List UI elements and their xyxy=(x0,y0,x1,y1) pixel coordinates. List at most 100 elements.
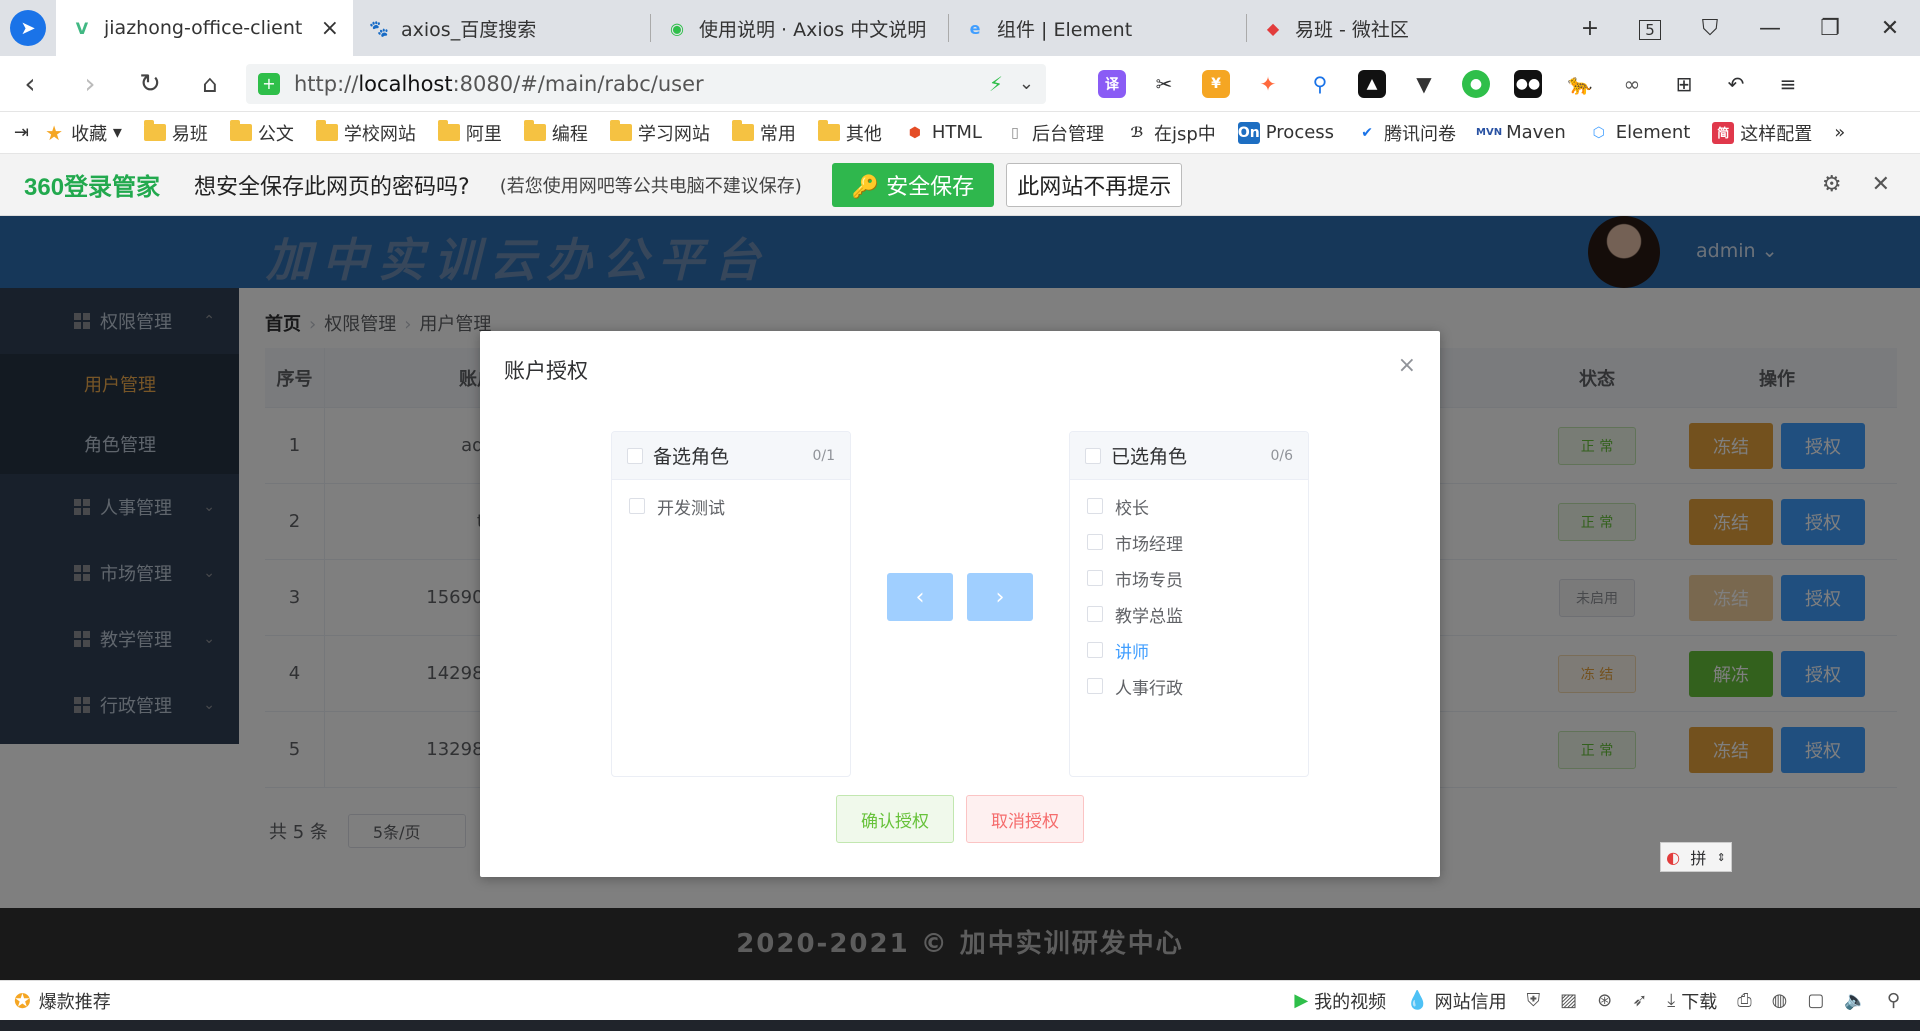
cancel-authorize-button[interactable]: 取消授权 xyxy=(966,795,1084,843)
undo-icon[interactable]: ↶ xyxy=(1710,68,1762,100)
home-icon[interactable]: ⌂ xyxy=(180,70,240,98)
role-checkbox[interactable] xyxy=(1087,606,1103,622)
bookmark-link[interactable]: ⬢ HTML xyxy=(904,122,982,144)
gear-icon[interactable]: ⚙ xyxy=(1822,172,1842,197)
bookmarks-more-button[interactable]: » xyxy=(1834,122,1845,143)
role-item[interactable]: 校长 xyxy=(1070,488,1308,524)
minimize-icon[interactable]: — xyxy=(1740,16,1800,41)
role-checkbox[interactable] xyxy=(629,498,645,514)
bookmark-folder[interactable]: 编程 xyxy=(523,120,588,146)
ime-toolbar[interactable]: ◐ 拼 ⇕ xyxy=(1660,842,1732,872)
yiban-icon: ◆ xyxy=(1266,18,1280,38)
lightning-icon[interactable]: ⚡ xyxy=(989,72,1003,96)
window-close-icon[interactable]: ✕ xyxy=(1860,16,1920,41)
safe-save-button[interactable]: 🔑 安全保存 xyxy=(831,162,995,207)
tab-count-button[interactable]: 5 xyxy=(1620,16,1680,41)
apps-grid-icon[interactable]: ⊞ xyxy=(1658,68,1710,100)
role-item[interactable]: 开发测试 xyxy=(612,488,850,524)
cheetah-icon[interactable]: 🐆 xyxy=(1554,68,1606,100)
bookmark-link[interactable]: MVN Maven xyxy=(1476,122,1566,144)
green-ext-icon[interactable]: ● xyxy=(1450,68,1502,100)
bookmark-folder[interactable]: 其他 xyxy=(817,120,882,146)
bookmark-link[interactable]: ⬡ Element xyxy=(1588,122,1691,144)
bookmark-folder[interactable]: 阿里 xyxy=(437,120,502,146)
select-all-checkbox[interactable] xyxy=(627,447,643,464)
bookmark-folder[interactable]: 学校网站 xyxy=(315,120,416,146)
role-checkbox[interactable] xyxy=(1087,570,1103,586)
shirt-icon[interactable]: ⛉ xyxy=(1680,16,1740,41)
role-checkbox[interactable] xyxy=(1087,534,1103,550)
translate-icon[interactable]: 译 xyxy=(1086,68,1138,100)
download-button[interactable]: ⤓ 下载 xyxy=(1667,988,1717,1014)
bookmark-label: 在jsp中 xyxy=(1153,123,1216,145)
role-checkbox[interactable] xyxy=(1087,498,1103,514)
menu-icon[interactable]: ≡ xyxy=(1762,68,1814,100)
back-icon[interactable]: ‹ xyxy=(0,67,60,100)
role-item[interactable]: 市场经理 xyxy=(1070,524,1308,560)
my-video-button[interactable]: ▶ 我的视频 xyxy=(1294,988,1386,1014)
role-checkbox[interactable] xyxy=(1087,642,1103,658)
new-tab-button[interactable]: + xyxy=(1560,16,1620,41)
bookmark-link[interactable]: ℬ 在jsp中 xyxy=(1126,120,1216,146)
tab-title: 易班 - 微社区 xyxy=(1295,18,1409,41)
role-item[interactable]: 教学总监 xyxy=(1070,596,1308,632)
role-item[interactable]: 讲师 xyxy=(1070,632,1308,668)
scissors-icon[interactable]: ✂ xyxy=(1138,68,1190,100)
move-right-button[interactable]: › xyxy=(967,573,1033,621)
bookmark-label: 公文 xyxy=(257,123,294,145)
bookmark-folder[interactable]: 常用 xyxy=(731,120,796,146)
link-icon[interactable]: ∞ xyxy=(1606,68,1658,100)
site-credit-button[interactable]: 💧 网站信用 xyxy=(1406,988,1506,1014)
print-icon[interactable]: ⎙ xyxy=(1737,990,1751,1011)
hot-recommend-link[interactable]: 爆款推荐 xyxy=(39,988,111,1014)
browser-icon[interactable]: ◍ xyxy=(1772,990,1788,1011)
url-input[interactable]: + http://localhost:8080/#/main/rabc/user… xyxy=(246,63,1046,104)
bookmark-link[interactable]: ▯ 后台管理 xyxy=(1004,120,1104,146)
folder-icon xyxy=(143,120,166,141)
dialog-close-icon[interactable]: × xyxy=(1398,353,1416,378)
bookmark-link[interactable]: 简这样配置 xyxy=(1712,120,1812,146)
speed-icon[interactable]: ⊛ xyxy=(1597,990,1612,1011)
bookmark-link[interactable]: On Process xyxy=(1237,121,1334,144)
tab-yiban[interactable]: ◆ 易班 - 微社区 xyxy=(1247,0,1544,56)
ime-arrows-icon: ⇕ xyxy=(1716,850,1726,864)
window-icon[interactable]: ▢ xyxy=(1807,990,1824,1011)
bookmark-label: HTML xyxy=(931,122,982,143)
ext-dark-icon[interactable]: ●● xyxy=(1502,68,1554,100)
zoom-icon[interactable]: ⚲ xyxy=(1887,990,1900,1011)
select-all-checkbox[interactable] xyxy=(1085,447,1101,464)
role-checkbox[interactable] xyxy=(1087,678,1103,694)
bookmark-folder[interactable]: 易班 xyxy=(143,120,208,146)
bookmark-folder[interactable]: 学习网站 xyxy=(609,120,710,146)
shield-icon[interactable]: ⛨ xyxy=(1527,990,1541,1011)
tab-element[interactable]: e 组件 | Element xyxy=(949,0,1246,56)
image-icon[interactable]: ▨ xyxy=(1560,990,1577,1011)
search-icon[interactable]: ⚲ xyxy=(1294,68,1346,100)
role-item[interactable]: 人事行政 xyxy=(1070,668,1308,704)
bookmark-favorites[interactable]: ★ 收藏 ▾ xyxy=(43,120,122,146)
close-icon[interactable]: ✕ xyxy=(1872,172,1890,197)
chevron-down-icon[interactable]: ⌄ xyxy=(1019,73,1034,94)
role-item[interactable]: 市场专员 xyxy=(1070,560,1308,596)
rocket-icon[interactable]: ➶ xyxy=(1632,990,1647,1011)
panel-count: 0/6 xyxy=(1270,447,1293,464)
tab-axios-docs[interactable]: ◉ 使用说明 · Axios 中文说明 xyxy=(651,0,948,56)
forward-icon[interactable]: › xyxy=(60,67,120,100)
bookmark-link[interactable]: ✔ 腾讯问卷 xyxy=(1356,120,1456,146)
game-icon[interactable]: ✦ xyxy=(1242,68,1294,100)
sidebar-toggle-icon[interactable]: ⇥ xyxy=(14,122,29,143)
never-prompt-button[interactable]: 此网站不再提示 xyxy=(1006,162,1183,207)
volume-icon[interactable]: 🔈 xyxy=(1844,990,1866,1011)
vuetools-icon[interactable]: ▼ xyxy=(1398,68,1450,100)
move-left-button[interactable]: ‹ xyxy=(887,573,953,621)
tab-axios-baidu[interactable]: 🐾 axios_百度搜索 xyxy=(353,0,650,56)
aixiu-icon[interactable]: ▲ xyxy=(1346,68,1398,100)
close-icon[interactable]: × xyxy=(321,16,339,41)
confirm-authorize-button[interactable]: 确认授权 xyxy=(836,795,954,843)
restore-icon[interactable]: ❐ xyxy=(1800,16,1860,41)
tab-jiazhong[interactable]: V jiazhong-office-client × xyxy=(56,0,353,56)
browser-logo-icon[interactable]: ➤ xyxy=(0,0,56,56)
wallet-icon[interactable]: ¥ xyxy=(1190,68,1242,100)
reload-icon[interactable]: ↻ xyxy=(120,69,180,99)
bookmark-folder[interactable]: 公文 xyxy=(229,120,294,146)
